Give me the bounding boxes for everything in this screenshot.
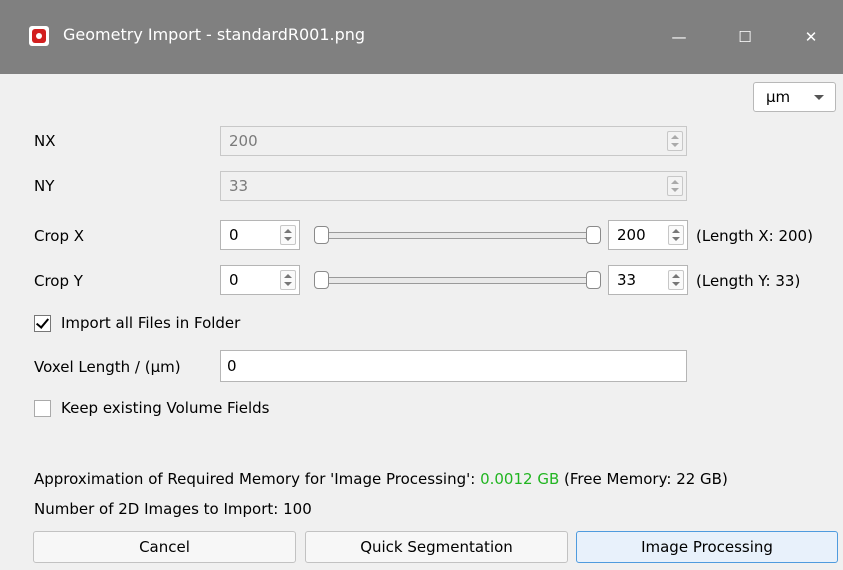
keep-fields-checkbox[interactable] [34, 400, 51, 417]
crop-y-max-handle[interactable] [586, 271, 601, 289]
crop-x-min-value: 0 [229, 226, 239, 244]
crop-x-max-handle[interactable] [586, 226, 601, 244]
memory-estimate-text: Approximation of Required Memory for 'Im… [34, 470, 728, 488]
voxel-length-value: 0 [227, 357, 237, 375]
crop-y-label: Crop Y [34, 272, 83, 290]
voxel-length-input[interactable]: 0 [220, 350, 687, 382]
maximize-icon: ☐ [738, 28, 752, 46]
checkmark-icon [35, 315, 50, 329]
images-count-text: Number of 2D Images to Import: 100 [34, 500, 312, 518]
slider-track [314, 277, 599, 284]
crop-y-max-spinbox[interactable]: 33 [608, 265, 688, 295]
crop-x-max-value: 200 [617, 226, 646, 244]
nx-spin-arrows-icon [667, 131, 683, 151]
nx-value: 200 [229, 132, 258, 150]
import-all-checkbox[interactable] [34, 315, 51, 332]
image-processing-button[interactable]: Image Processing [576, 531, 838, 563]
nx-spinbox: 200 [220, 126, 687, 156]
memory-value: 0.0012 GB [480, 470, 560, 488]
chevron-down-icon [814, 95, 824, 100]
crop-y-length-text: (Length Y: 33) [696, 272, 801, 290]
slider-track [314, 232, 599, 239]
app-logo-icon [29, 26, 49, 46]
maximize-button[interactable]: ☐ [722, 14, 768, 60]
geometry-import-dialog: Geometry Import - standardR001.png — ☐ ✕… [0, 0, 843, 570]
ny-label: NY [34, 177, 55, 195]
crop-y-range-slider[interactable] [310, 265, 603, 295]
crop-y-min-value: 0 [229, 271, 239, 289]
keep-fields-label[interactable]: Keep existing Volume Fields [61, 399, 270, 417]
crop-x-min-spinbox[interactable]: 0 [220, 220, 300, 250]
crop-x-label: Crop X [34, 227, 85, 245]
crop-y-min-spinbox[interactable]: 0 [220, 265, 300, 295]
close-button[interactable]: ✕ [788, 14, 834, 60]
crop-x-max-spinbox[interactable]: 200 [608, 220, 688, 250]
window-title: Geometry Import - standardR001.png [63, 25, 366, 44]
title-bar[interactable]: Geometry Import - standardR001.png — ☐ ✕ [0, 0, 843, 74]
spin-arrows-icon[interactable] [668, 270, 684, 290]
memory-free: (Free Memory: 22 GB) [564, 470, 728, 488]
crop-x-range-slider[interactable] [310, 220, 603, 250]
memory-prefix: Approximation of Required Memory for 'Im… [34, 470, 476, 488]
ny-spin-arrows-icon [667, 176, 683, 196]
crop-x-min-handle[interactable] [314, 226, 329, 244]
unit-dropdown[interactable]: μm [753, 82, 836, 112]
cancel-button[interactable]: Cancel [33, 531, 296, 563]
quick-segmentation-button[interactable]: Quick Segmentation [305, 531, 568, 563]
minimize-button[interactable]: — [656, 14, 702, 60]
ny-value: 33 [229, 177, 249, 195]
minimize-icon: — [671, 28, 687, 46]
voxel-length-label: Voxel Length / (μm) [34, 358, 181, 376]
unit-dropdown-value: μm [766, 88, 791, 106]
spin-arrows-icon[interactable] [280, 270, 296, 290]
spin-arrows-icon[interactable] [668, 225, 684, 245]
nx-label: NX [34, 132, 56, 150]
import-all-label[interactable]: Import all Files in Folder [61, 314, 240, 332]
close-icon: ✕ [804, 28, 818, 46]
crop-y-min-handle[interactable] [314, 271, 329, 289]
crop-x-length-text: (Length X: 200) [696, 227, 813, 245]
ny-spinbox: 33 [220, 171, 687, 201]
spin-arrows-icon[interactable] [280, 225, 296, 245]
crop-y-max-value: 33 [617, 271, 637, 289]
